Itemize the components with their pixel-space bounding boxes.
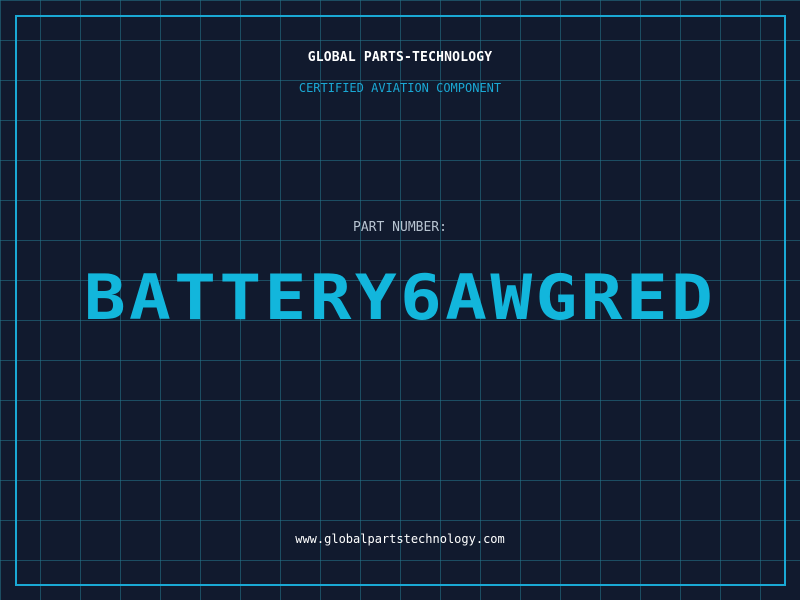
website-url: www.globalpartstechnology.com bbox=[295, 532, 505, 546]
certification-subtitle: CERTIFIED AVIATION COMPONENT bbox=[298, 81, 502, 95]
label-card: GLOBAL PARTS-TECHNOLOGY CERTIFIED AVIATI… bbox=[0, 0, 800, 600]
company-name: GLOBAL PARTS-TECHNOLOGY bbox=[307, 50, 493, 65]
part-number-label: PART NUMBER: bbox=[353, 220, 447, 235]
part-number-value: BATTERY6AWGRED bbox=[83, 261, 717, 334]
